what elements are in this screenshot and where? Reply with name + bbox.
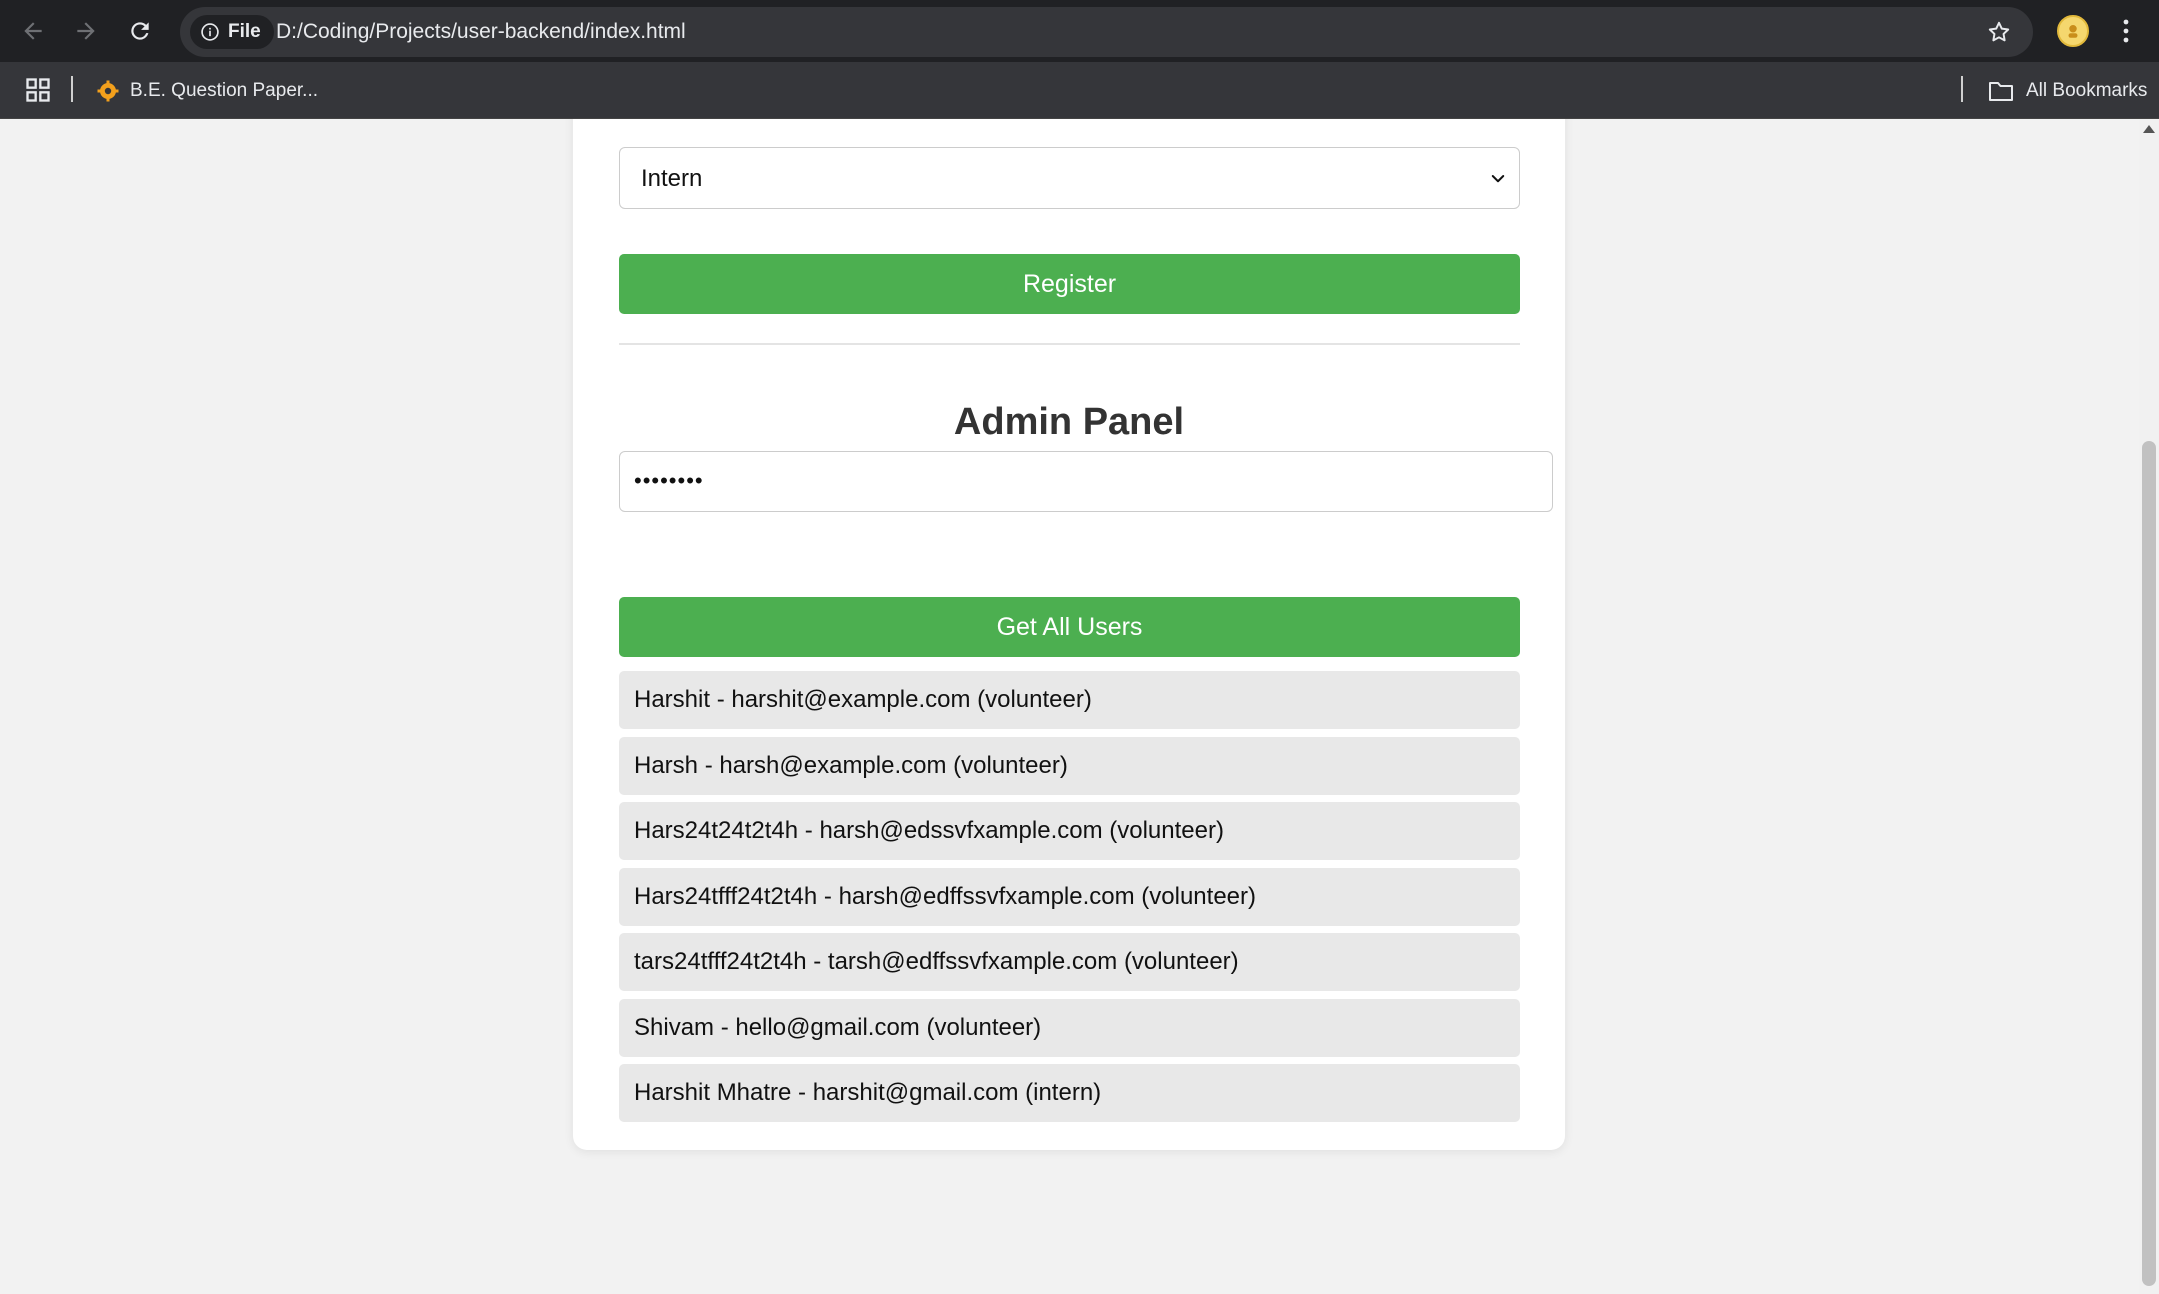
user-list-item: Shivam - hello@gmail.com (volunteer)	[619, 998, 1520, 1057]
forward-icon	[77, 22, 95, 40]
password-mask: ••••••••	[634, 468, 704, 493]
scroll-up-arrow-icon[interactable]	[2143, 125, 2155, 133]
back-icon	[24, 22, 42, 40]
user-list-item: Hars24tfff24t2t4h - harsh@edffssvfxample…	[619, 867, 1520, 926]
bookmark-item[interactable]: B.E. Question Paper...	[96, 62, 318, 119]
user-list-item: Harshit - harshit@example.com (volunteer…	[619, 671, 1520, 729]
url-scheme-label: File	[228, 21, 261, 42]
bookmark-label: B.E. Question Paper...	[130, 79, 318, 101]
user-list-item: Harsh - harsh@example.com (volunteer)	[619, 736, 1520, 795]
address-bar[interactable]: File D:/Coding/Projects/user-backend/ind…	[180, 7, 2033, 57]
role-select[interactable]: Intern	[619, 147, 1520, 209]
kebab-menu-icon	[2123, 19, 2129, 43]
user-list-item: tars24tfff24t2t4h - tarsh@edffssvfxample…	[619, 933, 1520, 991]
reload-button[interactable]	[121, 12, 159, 50]
bookmarks-separator	[71, 76, 73, 102]
folder-icon	[1989, 81, 2013, 101]
main-card: Intern Register Admin Panel •••••••• Get…	[573, 119, 1565, 1150]
role-select-value: Intern	[641, 165, 703, 192]
admin-panel-title: Admin Panel	[953, 401, 1185, 443]
admin-password-input[interactable]: ••••••••	[619, 451, 1553, 512]
info-icon	[201, 23, 219, 41]
reload-icon	[131, 22, 149, 40]
user-list-item: Hars24t24t2t4h - harsh@edssvfxample.com …	[619, 802, 1520, 860]
bookmarks-bar: B.E. Question Paper... All Bookmarks	[0, 62, 2159, 119]
bookmarks-separator-right	[1961, 76, 1963, 102]
url-text[interactable]: D:/Coding/Projects/user-backend/index.ht…	[276, 7, 686, 57]
user-list-item: Harshit Mhatre - harshit@gmail.com (inte…	[619, 1064, 1520, 1122]
profile-avatar[interactable]	[2057, 15, 2089, 47]
gear-favicon-icon	[97, 80, 119, 101]
forward-button[interactable]	[67, 12, 105, 50]
get-all-users-button[interactable]: Get All Users	[619, 597, 1520, 657]
section-divider	[619, 343, 1520, 345]
browser-menu-button[interactable]	[2110, 15, 2142, 47]
avatar-icon	[2068, 25, 2078, 38]
scrollbar-thumb[interactable]	[2142, 441, 2156, 1286]
apps-grid-icon	[26, 78, 50, 102]
chevron-down-icon	[1491, 175, 1505, 183]
register-button[interactable]: Register	[619, 254, 1520, 314]
apps-button[interactable]	[24, 76, 54, 106]
all-bookmarks-button[interactable]: All Bookmarks	[1988, 62, 2147, 119]
browser-toolbar: File D:/Coding/Projects/user-backend/ind…	[0, 0, 2159, 62]
all-bookmarks-label: All Bookmarks	[2026, 79, 2148, 101]
back-button[interactable]	[14, 12, 52, 50]
page-scrollbar[interactable]	[2139, 119, 2159, 1294]
star-icon	[1988, 21, 2010, 42]
site-info-chip[interactable]: File	[190, 15, 274, 49]
bookmark-star-button[interactable]	[1983, 16, 2015, 48]
page-viewport: Intern Register Admin Panel •••••••• Get…	[0, 119, 2159, 1294]
user-list: Harshit - harshit@example.com (volunteer…	[619, 671, 1520, 1130]
